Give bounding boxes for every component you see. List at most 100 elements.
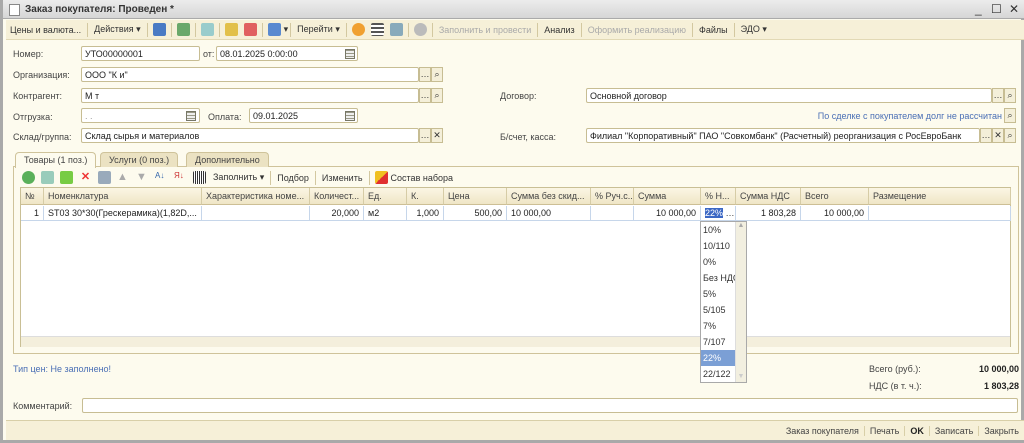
contract-field[interactable]: Основной договор xyxy=(586,88,992,103)
add-icon[interactable] xyxy=(22,171,35,184)
analysis-button[interactable]: Анализ xyxy=(540,25,578,35)
clear-icon[interactable]: ✕ xyxy=(992,128,1004,143)
kit-button[interactable]: Состав набора xyxy=(391,173,453,183)
cell-coef[interactable]: 1,000 xyxy=(407,206,444,221)
vat-option[interactable]: 22% xyxy=(701,350,735,366)
maximize-button[interactable]: ☐ xyxy=(991,2,1002,16)
calendar-icon[interactable] xyxy=(345,111,355,121)
cell-characteristic[interactable] xyxy=(202,206,310,221)
cell-sum-no-discount[interactable]: 10 000,00 xyxy=(507,206,591,221)
column-header-placement[interactable]: Размещение xyxy=(869,188,1011,205)
date-field[interactable]: 08.01.2025 0:00:00 xyxy=(216,46,358,61)
actions-menu[interactable]: Действия ▾ xyxy=(90,24,144,35)
warehouse-field[interactable]: Склад сырья и материалов xyxy=(81,128,419,143)
move-down-icon[interactable]: ▼ xyxy=(136,171,149,184)
dropdown-scrollbar[interactable]: ▲ ▼ xyxy=(735,222,746,382)
post-close-icon[interactable] xyxy=(152,23,166,36)
copy-icon[interactable] xyxy=(200,23,214,36)
delete-icon[interactable]: ✕ xyxy=(79,171,92,184)
save-button[interactable]: Записать xyxy=(928,425,978,436)
vat-option[interactable]: 7/107 xyxy=(701,334,735,350)
vat-option[interactable]: 10% xyxy=(701,222,735,238)
shipment-field[interactable]: . . xyxy=(81,108,200,123)
column-header-unit[interactable]: Ед. xyxy=(364,188,407,205)
structure-icon[interactable] xyxy=(370,23,384,36)
timer-icon[interactable] xyxy=(413,23,427,36)
cell-placement[interactable] xyxy=(869,206,1011,221)
calendar-icon[interactable] xyxy=(186,111,196,121)
horizontal-scrollbar[interactable] xyxy=(21,336,1010,347)
sort-desc-icon[interactable]: Я↓ xyxy=(174,171,187,184)
vat-option[interactable]: 5/105 xyxy=(701,302,735,318)
ok-button[interactable]: OK xyxy=(904,425,929,436)
fill-post-button[interactable]: Заполнить и провести xyxy=(435,25,535,35)
cell-unit[interactable]: м2 xyxy=(364,206,407,221)
calendar-icon[interactable] xyxy=(345,49,355,59)
order-button[interactable]: Заказ покупателя xyxy=(781,426,864,436)
based-on-icon[interactable] xyxy=(267,23,281,36)
close-form-button[interactable]: Закрыть xyxy=(978,425,1024,436)
vat-rate-dropdown[interactable]: 10%10/1100%Без НДС5%5/1057%7/10722%22/12… xyxy=(700,221,747,383)
edit-icon[interactable] xyxy=(60,171,73,184)
column-header-vat-sum[interactable]: Сумма НДС xyxy=(736,188,801,205)
select-button[interactable]: … xyxy=(419,67,431,82)
search-icon[interactable]: ⌕ xyxy=(431,88,443,103)
clear-icon[interactable]: ✕ xyxy=(431,128,443,143)
help-icon[interactable] xyxy=(351,23,365,36)
column-header-sum[interactable]: Сумма xyxy=(634,188,701,205)
refresh-icon[interactable] xyxy=(176,23,190,36)
column-header-quantity[interactable]: Количест... xyxy=(310,188,364,205)
cell-nomenclature[interactable]: ST03 30*30(Грескерамика)(1,82D,... xyxy=(44,206,202,221)
select-button[interactable]: … xyxy=(419,88,431,103)
move-up-icon[interactable]: ▲ xyxy=(117,171,130,184)
vat-option[interactable]: 5% xyxy=(701,286,735,302)
fill-menu[interactable]: Заполнить ▾ xyxy=(209,172,268,183)
comment-field[interactable] xyxy=(82,398,1018,413)
column-header-characteristic[interactable]: Характеристика номе... xyxy=(202,188,310,205)
org-field[interactable]: ООО "К и" xyxy=(81,67,419,82)
column-header-sum-no-discount[interactable]: Сумма без скид... xyxy=(507,188,591,205)
goto-menu[interactable]: Перейти ▾ xyxy=(293,24,344,35)
contractor-field[interactable]: М т xyxy=(81,88,419,103)
kit-icon[interactable] xyxy=(374,171,388,184)
post-icon[interactable] xyxy=(224,23,238,36)
cell-manual-discount[interactable] xyxy=(591,206,634,221)
vat-rate-editor[interactable]: 22% xyxy=(705,208,724,218)
tab-additional[interactable]: Дополнительно xyxy=(186,152,269,167)
cell-vat-rate[interactable]: 22% … xyxy=(701,206,736,221)
column-header-price[interactable]: Цена xyxy=(444,188,507,205)
files-button[interactable]: Файлы xyxy=(695,25,732,35)
print-button[interactable]: Печать xyxy=(863,425,904,436)
close-button[interactable]: ✕ xyxy=(1009,2,1019,16)
vat-option[interactable]: 0% xyxy=(701,254,735,270)
cell-sum[interactable]: 10 000,00 xyxy=(634,206,701,221)
cell-num[interactable]: 1 xyxy=(21,206,44,221)
cell-quantity[interactable]: 20,000 xyxy=(310,206,364,221)
debt-link[interactable]: По сделке с покупателем долг не рассчита… xyxy=(783,111,1002,121)
make-sale-button[interactable]: Оформить реализацию xyxy=(584,25,690,35)
search-icon[interactable]: ⌕ xyxy=(1004,128,1016,143)
tab-goods[interactable]: Товары (1 поз.) xyxy=(15,152,97,168)
cell-total[interactable]: 10 000,00 xyxy=(801,206,869,221)
column-header-vat-rate[interactable]: % Н... xyxy=(701,188,736,205)
checklist-icon[interactable] xyxy=(389,23,403,36)
barcode-icon[interactable] xyxy=(193,171,206,184)
search-icon[interactable]: ⌕ xyxy=(1004,88,1016,103)
change-button[interactable]: Изменить xyxy=(318,173,367,183)
edo-menu[interactable]: ЭДО ▾ xyxy=(737,24,771,35)
search-icon[interactable]: ⌕ xyxy=(431,67,443,82)
save-csv-icon[interactable] xyxy=(98,171,111,184)
tab-services[interactable]: Услуги (0 поз.) xyxy=(100,152,179,167)
vat-option[interactable]: 10/110 xyxy=(701,238,735,254)
vat-option[interactable]: Без НДС xyxy=(701,270,735,286)
column-header-nomenclature[interactable]: Номенклатура xyxy=(44,188,202,205)
search-icon[interactable]: ⌕ xyxy=(1004,108,1016,123)
select-button[interactable]: … xyxy=(980,128,992,143)
vat-option[interactable]: 22/122 xyxy=(701,366,735,382)
cell-price[interactable]: 500,00 xyxy=(444,206,507,221)
prices-currency-button[interactable]: Цены и валюта... xyxy=(6,25,85,35)
account-field[interactable]: Филиал "Корпоративный" ПАО "Совкомбанк" … xyxy=(586,128,980,143)
select-button[interactable]: … xyxy=(419,128,431,143)
price-type-link[interactable]: Тип цен: Не заполнено! xyxy=(13,364,111,374)
unpost-icon[interactable] xyxy=(243,23,257,36)
